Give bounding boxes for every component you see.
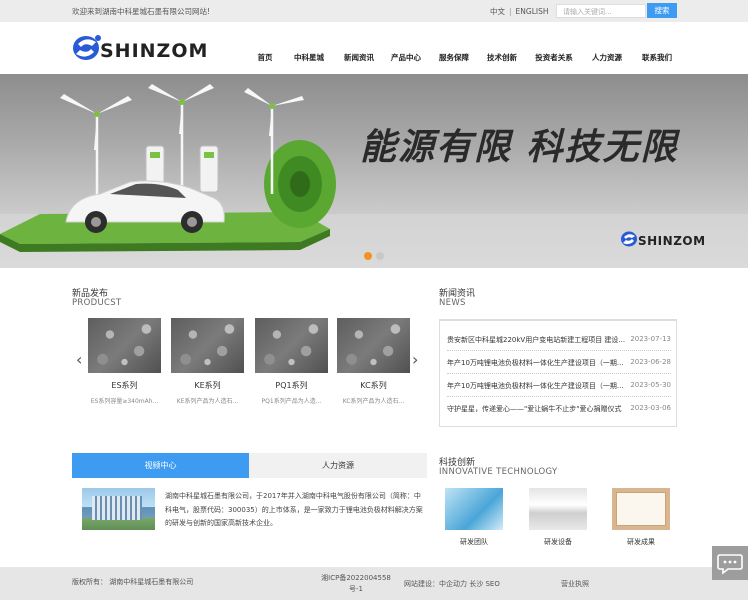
footer-icp-link[interactable]: 湘ICP备2022004558号-1 [316,573,396,595]
online-chat-button[interactable] [712,546,748,580]
banner-slogan: 能源有限 科技无限 [360,126,679,168]
news-item-title: 贵安新区中科星城220kV用户变电站新建工程项目 建设... [447,336,625,344]
slide-dot-1[interactable] [364,252,372,260]
research-equipment-image [529,488,587,530]
top-bar: 欢迎来到湖南中科星城石墨有限公司网站! 中文 | ENGLISH 请输入关键词...… [0,0,748,22]
tab-human-resources[interactable]: 人力资源 [249,453,427,478]
product-name: PQ1系列 [275,381,308,390]
nav-investors[interactable]: 投资者关系 [526,52,582,63]
nav-contact[interactable]: 联系我们 [632,52,682,63]
language-switcher: 中文 | ENGLISH [490,6,548,17]
product-image [337,318,410,373]
news-item[interactable]: 年产10万吨锂电池负极材料一体化生产建设项目（一期... 2023-05-30 [447,374,671,397]
product-desc: PQ1系列产品为人造... [261,398,322,405]
product-name: KC系列 [360,381,387,390]
product-desc: KC系列产品为人造石... [342,398,405,405]
news-item[interactable]: 年产10万吨锂电池负极材料一体化生产建设项目（一期... 2023-06-28 [447,351,671,374]
product-card[interactable]: KE系列 KE系列产品为人造石... [171,318,244,405]
news-item-title: 年产10万吨锂电池负极材料一体化生产建设项目（一期... [447,382,624,390]
news-item-title: 守护星星，传递爱心——"爱让蜗牛不止步"爱心捐赠仪式 [447,405,622,413]
site-header: SHINZOM 首页 中科星城 新闻资讯 产品中心 服务保障 技术创新 投资者关… [0,22,748,74]
logo-wordmark: SHINZOM [100,40,209,62]
company-intro-text: 湖南中科星城石墨有限公司，于2017年并入湖南中科电气股份有限公司（简称：中科电… [165,492,423,527]
news-item-title: 年产10万吨锂电池负极材料一体化生产建设项目（一期... [447,359,624,367]
product-card[interactable]: KC系列 KC系列产品为人造石... [337,318,410,405]
product-image [255,318,328,373]
innovation-label: 研发设备 [544,538,572,546]
news-item-date: 2023-03-06 [630,404,671,412]
nav-technology[interactable]: 技术创新 [478,52,526,63]
banner-logo-mark-icon [621,231,637,247]
news-item-date: 2023-07-13 [630,335,671,343]
nav-about[interactable]: 中科星城 [282,52,336,63]
nav-home[interactable]: 首页 [248,52,282,63]
news-item-date: 2023-05-30 [630,381,671,389]
product-card[interactable]: ES系列 ES系列容量≥340mAh... [88,318,161,405]
news-item[interactable]: 守护星星，传递爱心——"爱让蜗牛不止步"爱心捐赠仪式 2023-03-06 [447,397,671,420]
lang-separator: | [509,7,512,16]
chat-icon [717,554,743,575]
welcome-text: 欢迎来到湖南中科星城石墨有限公司网站! [72,7,211,16]
research-results-image [612,488,670,530]
banner-pagination [364,252,384,260]
product-name: ES系列 [111,381,138,390]
product-image [171,318,244,373]
products-subtitle: PRODUCST [72,298,122,308]
media-tabs: 视频中心 人力资源 [72,453,427,478]
lang-english-link[interactable]: ENGLISH [516,7,549,16]
products-next-icon[interactable]: › [412,350,418,369]
nav-news[interactable]: 新闻资讯 [336,52,382,63]
nav-service[interactable]: 服务保障 [430,52,478,63]
innovation-label: 研发团队 [460,538,488,546]
banner-logo-wordmark: SHINZOM [638,234,706,248]
news-subtitle: NEWS [439,298,466,308]
product-desc: KE系列产品为人造石... [176,398,239,405]
main-nav: 首页 中科星城 新闻资讯 产品中心 服务保障 技术创新 投资者关系 人力资源 联… [248,52,682,63]
product-name: KE系列 [194,381,221,390]
product-desc: ES系列容量≥340mAh... [90,398,159,405]
innovation-card[interactable]: 研发设备 [529,488,587,547]
news-list: 贵安新区中科星城220kV用户变电站新建工程项目 建设... 2023-07-1… [439,319,677,427]
building-shape [92,496,142,520]
slide-dot-2[interactable] [376,252,384,260]
tab-video-center[interactable]: 视频中心 [72,453,249,478]
footer-copyright: 版权所有： 湖南中科星城石墨有限公司 [72,578,194,586]
site-logo[interactable]: SHINZOM [72,30,207,66]
nav-hr[interactable]: 人力资源 [582,52,632,63]
search-input[interactable]: 请输入关键词... [556,4,646,18]
research-team-image [445,488,503,530]
news-item-date: 2023-06-28 [630,358,671,366]
products-prev-icon[interactable]: ‹ [76,350,82,369]
nav-products[interactable]: 产品中心 [382,52,430,63]
search-button[interactable]: 搜索 [647,3,677,18]
footer-business-license-link[interactable]: 营业执照 [561,579,589,589]
news-item[interactable]: 贵安新区中科星城220kV用户变电站新建工程项目 建设... 2023-07-1… [447,328,671,351]
innovation-card[interactable]: 研发团队 [445,488,503,547]
product-card[interactable]: PQ1系列 PQ1系列产品为人造... [255,318,328,405]
innovation-label: 研发成果 [627,538,655,546]
hero-banner[interactable]: 能源有限 科技无限 SHINZOM [0,74,748,268]
footer-site-build[interactable]: 网站建设：中企动力 长沙 SEO [404,579,500,589]
innovation-subtitle: INNOVATIVE TECHNOLOGY [439,467,558,477]
certificate-paper [616,492,666,526]
company-building-image[interactable] [82,488,155,530]
innovation-card[interactable]: 研发成果 [612,488,670,547]
lang-chinese-link[interactable]: 中文 [490,7,505,16]
site-footer: 版权所有： 湖南中科星城石墨有限公司 湘ICP备2022004558号-1 网站… [0,567,748,600]
product-image [88,318,161,373]
